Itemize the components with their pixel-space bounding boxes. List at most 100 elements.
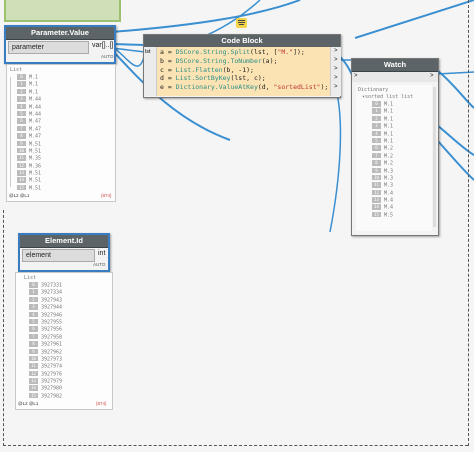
list-item: 9 M.51 — [17, 140, 115, 148]
code-line[interactable]: d = List.SortByKey(lst, c); — [160, 74, 330, 83]
output-port-d[interactable]: > — [334, 75, 338, 81]
list-item: 10 3927973 — [29, 355, 112, 363]
list-index: 10 — [372, 174, 381, 181]
preview-list-header: List — [24, 275, 37, 281]
code-line[interactable]: e = Dictionary.ValueAtKey(d, "sortedList… — [160, 83, 330, 92]
watch-port-row: > > — [352, 72, 438, 82]
parameter-preview-panel[interactable]: List 0 M.1 1 M.1 2 M.1 3 M.44 4 M.44 5 M.44 6 M.47 7 M.… — [6, 64, 116, 202]
list-item: 10 M.51 — [17, 147, 115, 155]
output-port-e[interactable]: > — [334, 84, 338, 90]
code-arguments: (lst, [ — [250, 48, 278, 56]
list-item: 12 M.36 — [17, 162, 115, 170]
list-index: 12 — [17, 162, 26, 169]
code-operator: = — [163, 65, 176, 74]
list-index: 13 — [17, 170, 26, 176]
graph-layout-icon[interactable] — [236, 18, 247, 28]
list-value: M.1 — [384, 138, 394, 145]
watch-preview-panel[interactable]: Dictionary ▾sorted list list 0 M.1 1 M.1 2 M.… — [356, 85, 432, 231]
input-port-lst[interactable]: lst — [144, 47, 157, 96]
port-label: parameter — [12, 44, 44, 51]
list-item: 9 3927962 — [29, 348, 112, 356]
list-index: 15 — [372, 211, 381, 218]
output-port[interactable]: > — [430, 73, 434, 79]
element-id-node[interactable]: Element.Id element int AUTO — [18, 233, 110, 272]
wire — [111, 43, 146, 46]
list-value: M.51 — [29, 148, 42, 155]
code-line[interactable]: b = DSCore.String.ToNumber(a); — [160, 57, 330, 66]
output-port-int[interactable]: int — [98, 250, 105, 257]
output-port-c[interactable]: > — [334, 66, 338, 72]
code-function: List.SortByKey — [175, 74, 231, 83]
input-port-parameter[interactable]: parameter — [8, 41, 89, 54]
wire — [354, 0, 474, 39]
code-line[interactable]: a = DSCore.String.Split(lst, ["M."]); — [160, 48, 330, 57]
watch-scrollbar[interactable] — [433, 87, 436, 227]
list-value: M.1 — [384, 116, 394, 123]
port-label: int — [98, 250, 106, 257]
graph-canvas[interactable]: Parameter.Value parameter var[]..[] AUTO… — [0, 0, 474, 452]
output-port-b[interactable]: > — [334, 57, 338, 63]
watch-node[interactable]: Watch > > Dictionary ▾sorted list list 0… — [351, 58, 439, 236]
list-value: M.4 — [384, 204, 394, 211]
list-index: 5 — [29, 318, 38, 325]
list-index: 6 — [29, 326, 38, 332]
code-block-node[interactable]: Code Block lst a = DSCore.String.Split(l… — [143, 34, 341, 98]
list-value: M.47 — [29, 118, 42, 125]
parameter-value-node[interactable]: Parameter.Value parameter var[]..[] AUTO — [4, 25, 116, 64]
list-index: 1 — [372, 108, 381, 114]
list-index: 11 — [17, 155, 26, 161]
output-ports[interactable]: > > > > > — [330, 47, 341, 96]
input-port-element[interactable]: element — [22, 249, 95, 262]
list-item: 0 M.1 — [17, 74, 115, 81]
output-port-a[interactable]: > — [334, 48, 338, 54]
list-value: 3927973 — [41, 356, 63, 363]
list-value: 3927974 — [41, 363, 63, 370]
list-level-label: @L2 @L1 — [18, 401, 39, 406]
list-item: 4 3927946 — [29, 311, 112, 319]
port-label: element — [26, 252, 51, 259]
list-item: 8 M.2 — [372, 160, 432, 167]
lacing-auto-label[interactable]: AUTO — [93, 262, 105, 267]
preview-scrollbar[interactable] — [10, 77, 11, 187]
code-string: "M." — [277, 48, 294, 56]
list-value: 3927979 — [41, 378, 63, 385]
list-item: 11 3927974 — [29, 363, 112, 370]
port-label: var[]..[] — [92, 42, 114, 49]
list-value: M.3 — [384, 175, 394, 182]
list-item: 5 M.1 — [372, 137, 432, 145]
list-index: 12 — [372, 189, 381, 196]
list-item: 1 M.1 — [17, 81, 115, 88]
output-port-var[interactable]: var[]..[] — [92, 42, 113, 49]
list-value: M.1 — [29, 89, 39, 96]
group-background[interactable] — [4, 0, 121, 22]
list-item: 12 3927976 — [29, 370, 112, 378]
list-index: 1 — [17, 81, 26, 87]
code-line[interactable]: c = List.Flatten(b, -1); — [160, 66, 330, 75]
list-item: 3 M.1 — [372, 123, 432, 130]
input-port[interactable]: > — [354, 73, 358, 79]
code-editor[interactable]: a = DSCore.String.Split(lst, ["M."]); b =… — [157, 47, 330, 96]
list-item: 12 M.4 — [372, 189, 432, 197]
code-operator: = — [163, 83, 176, 92]
list-item: 14 M.4 — [372, 204, 432, 211]
code-operator: = — [163, 56, 176, 65]
list-item: 15 M.5 — [372, 211, 432, 219]
lacing-auto-label[interactable]: AUTO — [101, 54, 113, 59]
list-index: 3 — [372, 123, 381, 129]
list-value: M.44 — [29, 96, 42, 103]
list-index: 9 — [17, 140, 26, 147]
list-index: 7 — [29, 333, 38, 340]
list-index: 5 — [17, 110, 26, 117]
list-index: 3 — [29, 304, 38, 310]
list-item: 6 M.47 — [17, 118, 115, 125]
list-value: 3927946 — [41, 311, 63, 318]
list-value: 3927962 — [41, 348, 63, 355]
element-preview-panel[interactable]: List 0 3927331 1 3927334 2 3927943 3 3927944 4 39… — [15, 272, 113, 410]
list-value: M.51 — [29, 140, 42, 147]
list-index: 10 — [17, 147, 26, 154]
code-function: Dictionary.ValueAtKey — [175, 83, 258, 92]
list-index: 5 — [372, 137, 381, 144]
list-index: 11 — [29, 363, 38, 369]
list-index: 9 — [372, 167, 381, 174]
list-item: 14 3927980 — [29, 385, 112, 392]
